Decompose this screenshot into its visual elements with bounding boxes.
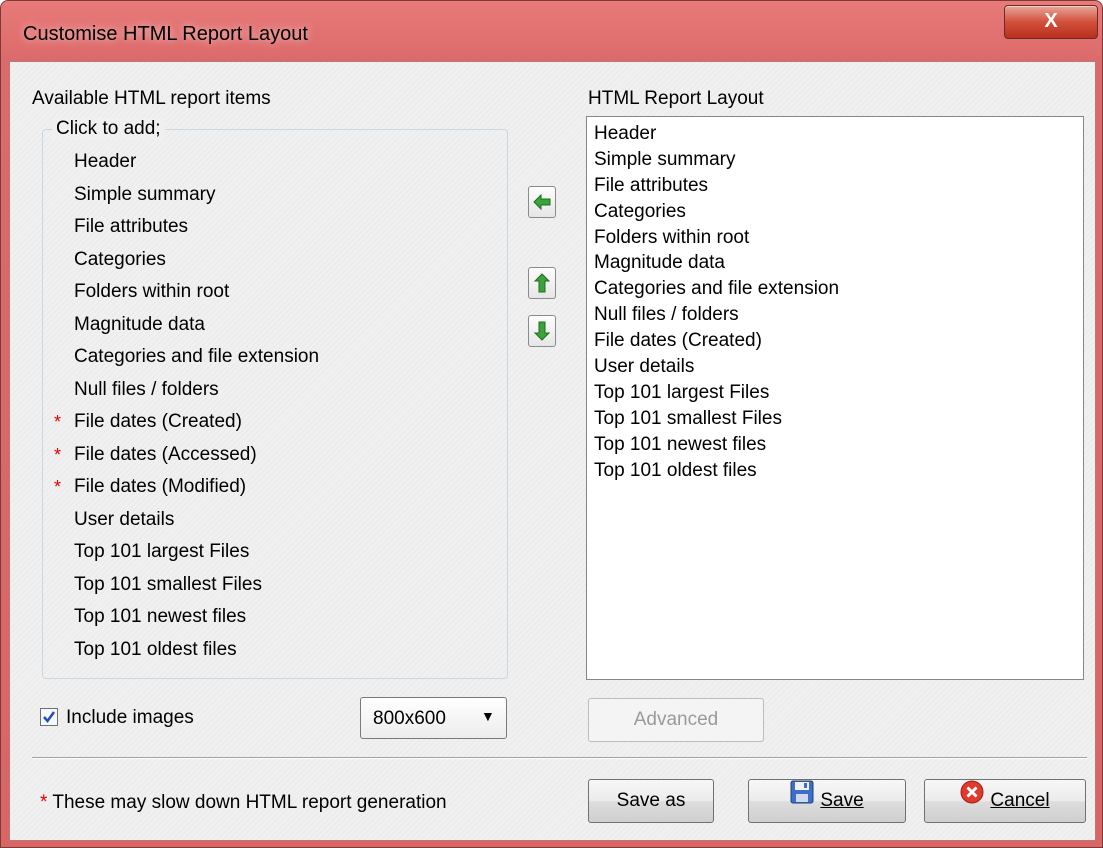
available-item-label: File dates (Accessed) [74, 443, 257, 465]
layout-listbox[interactable]: Header Simple summary File attributes Categ… [586, 116, 1084, 680]
layout-items-list: Header Simple summary File attributes Categ… [587, 117, 1083, 483]
available-item[interactable]: File attributes [42, 211, 502, 244]
available-item-label: File attributes [74, 216, 189, 237]
group-caption: Click to add; [52, 118, 165, 140]
save-as-label: Save as [616, 790, 686, 811]
available-item[interactable]: * File dates (Accessed) [42, 439, 502, 472]
layout-item[interactable]: File attributes [594, 173, 1083, 199]
available-items-list: Header Simple summary File attributes Categ… [42, 146, 502, 666]
available-item-label: Folders within root [74, 281, 230, 302]
available-item-label: Simple summary [74, 183, 216, 205]
advanced-button[interactable]: Advanced [588, 698, 764, 742]
advanced-button-label: Advanced [633, 709, 719, 730]
resolution-value: 800x600 [373, 708, 446, 729]
layout-item[interactable]: Magnitude data [594, 250, 1083, 276]
cancel-icon [960, 778, 984, 820]
available-item-label: Header [74, 151, 137, 172]
layout-item[interactable]: Top 101 newest files [594, 432, 1083, 458]
available-item[interactable]: Top 101 newest files [42, 601, 502, 634]
layout-item[interactable]: Header [594, 121, 1083, 147]
available-item[interactable]: Top 101 largest Files [42, 536, 502, 569]
available-item-label: User details [74, 508, 175, 530]
save-button[interactable]: Save [748, 779, 906, 823]
available-item-label: File dates (Modified) [74, 476, 247, 497]
layout-item[interactable]: Null files / folders [594, 302, 1083, 328]
save-label: Save [820, 790, 864, 811]
available-item-label: Top 101 largest Files [74, 541, 250, 562]
dialog-window: Customise HTML Report Layout X Available… [0, 0, 1103, 848]
footer-star: * [40, 792, 48, 813]
cancel-label: Cancel [990, 790, 1050, 811]
checkmark-icon [43, 711, 56, 724]
dialog-body: Available HTML report items Click to add… [9, 61, 1096, 841]
available-item[interactable]: User details [42, 504, 502, 537]
available-item-label: Top 101 newest files [74, 606, 247, 627]
floppy-disk-icon [790, 778, 814, 820]
layout-item[interactable]: Folders within root [594, 225, 1083, 251]
window-title: Customise HTML Report Layout [23, 23, 308, 45]
available-item-label: Top 101 smallest Files [74, 573, 262, 595]
layout-item[interactable]: Top 101 smallest Files [594, 406, 1083, 432]
close-button[interactable]: X [1004, 5, 1098, 39]
arrow-down-icon [533, 321, 551, 341]
slow-warning-star: * [54, 412, 62, 432]
layout-item[interactable]: Simple summary [594, 147, 1083, 173]
available-item-label: Top 101 oldest files [74, 638, 237, 660]
available-item-label: Categories [74, 248, 166, 270]
available-items-heading: Available HTML report items [32, 88, 271, 109]
available-item[interactable]: Simple summary [42, 179, 502, 212]
cancel-button[interactable]: Cancel [924, 779, 1086, 823]
available-item-label: Null files / folders [74, 378, 219, 400]
save-as-button[interactable]: Save as [588, 779, 714, 823]
available-item[interactable]: Top 101 smallest Files [42, 569, 502, 602]
resolution-dropdown[interactable]: 800x600 ▼ [360, 697, 507, 739]
available-item[interactable]: Folders within root [42, 276, 502, 309]
layout-item[interactable]: File dates (Created) [594, 328, 1083, 354]
footer-note-text: These may slow down HTML report generati… [52, 792, 447, 813]
include-images-checkbox[interactable] [40, 708, 58, 726]
available-item[interactable]: * File dates (Modified) [42, 471, 502, 504]
available-item[interactable]: Categories [42, 244, 502, 277]
available-item-label: File dates (Created) [74, 411, 242, 432]
arrow-left-icon [533, 193, 551, 211]
include-images-label[interactable]: Include images [66, 707, 194, 729]
arrow-up-icon [533, 273, 551, 293]
available-item-label: Magnitude data [74, 313, 205, 335]
chevron-down-icon: ▼ [481, 708, 495, 724]
move-up-button[interactable] [528, 267, 556, 299]
available-item[interactable]: Categories and file extension [42, 341, 502, 374]
layout-item[interactable]: Top 101 largest Files [594, 380, 1083, 406]
move-left-button[interactable] [528, 186, 556, 218]
move-down-button[interactable] [528, 315, 556, 347]
layout-heading: HTML Report Layout [588, 88, 764, 109]
layout-item[interactable]: Top 101 oldest files [594, 458, 1083, 484]
slow-warning-star: * [54, 477, 62, 497]
available-item[interactable]: Magnitude data [42, 309, 502, 342]
slow-warning-star: * [54, 444, 62, 465]
layout-item[interactable]: Categories and file extension [594, 276, 1083, 302]
footer-note: * These may slow down HTML report genera… [40, 792, 447, 814]
available-item[interactable]: Top 101 oldest files [42, 634, 502, 667]
available-item-label: Categories and file extension [74, 346, 320, 367]
layout-item[interactable]: Categories [594, 199, 1083, 225]
available-item[interactable]: Null files / folders [42, 374, 502, 407]
title-bar[interactable]: Customise HTML Report Layout X [1, 1, 1102, 61]
divider [32, 757, 1087, 759]
close-icon: X [1044, 10, 1058, 32]
available-item[interactable]: * File dates (Created) [42, 406, 502, 439]
layout-item[interactable]: User details [594, 354, 1083, 380]
available-item[interactable]: Header [42, 146, 502, 179]
